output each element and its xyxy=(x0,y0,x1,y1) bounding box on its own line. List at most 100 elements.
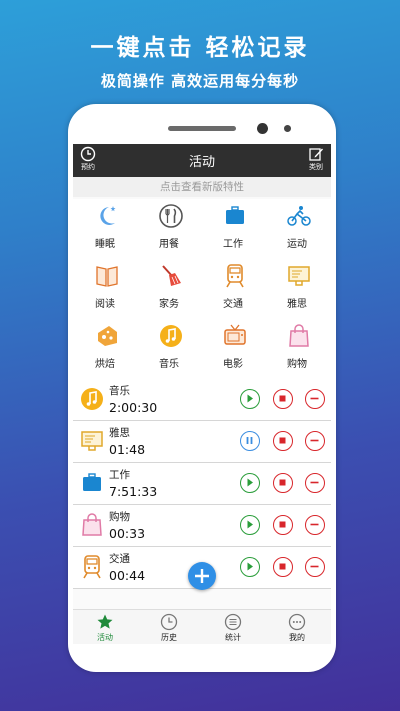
activity-name: 雅思 xyxy=(109,427,130,439)
promo-headline: 一键点击 轻松记录 xyxy=(90,35,310,61)
activity-time: 01:48 xyxy=(109,442,146,457)
category-label: 家务 xyxy=(159,299,179,310)
add-activity-button[interactable] xyxy=(188,562,216,590)
tab-label: 统计 xyxy=(225,633,241,642)
activity-row[interactable]: 音乐 2:00:30 xyxy=(73,379,331,421)
activity-row[interactable]: 购物 00:33 xyxy=(73,505,331,547)
activity-time: 2:00:30 xyxy=(109,400,158,415)
activity-time: 00:33 xyxy=(109,526,146,541)
tab-label: 我的 xyxy=(289,633,305,642)
stop-button[interactable] xyxy=(273,431,293,451)
play-button[interactable] xyxy=(240,389,260,409)
stop-icon xyxy=(279,479,286,486)
category-baking[interactable]: 烘焙 xyxy=(73,319,137,375)
tab-activity[interactable]: 活动 xyxy=(73,613,137,644)
activity-row[interactable]: 工作 7:51:33 xyxy=(73,463,331,505)
remove-button[interactable] xyxy=(305,431,325,451)
play-icon xyxy=(247,394,253,403)
category-music[interactable]: 音乐 xyxy=(137,319,201,375)
category-movie[interactable]: 电影 xyxy=(201,319,265,375)
remove-button[interactable] xyxy=(305,389,325,409)
activity-time: 00:44 xyxy=(109,568,146,583)
shopping-bag-icon xyxy=(82,513,102,536)
tab-label: 历史 xyxy=(161,633,177,642)
briefcase-icon xyxy=(226,206,244,224)
category-label: 阅读 xyxy=(95,299,115,310)
list-icon xyxy=(224,613,242,631)
category-shopping[interactable]: 购物 xyxy=(265,319,329,375)
category-label: 购物 xyxy=(287,359,307,370)
tab-statistics[interactable]: 统计 xyxy=(201,613,265,644)
music-note-icon xyxy=(81,388,103,410)
category-label: 用餐 xyxy=(159,239,179,250)
category-label: 运动 xyxy=(287,239,307,250)
phone-camera xyxy=(257,123,268,134)
monitor-icon xyxy=(288,266,310,286)
remove-button[interactable] xyxy=(305,515,325,535)
category-label: 类别 xyxy=(309,163,323,171)
monitor-icon xyxy=(81,431,103,451)
play-icon xyxy=(247,478,253,487)
category-reading[interactable]: 阅读 xyxy=(73,259,137,315)
stop-icon xyxy=(279,521,286,528)
clock-icon xyxy=(160,613,178,631)
minus-icon xyxy=(310,439,319,442)
category-label: 烘焙 xyxy=(95,359,115,370)
shopping-bag-icon xyxy=(289,324,309,347)
stop-button[interactable] xyxy=(273,473,293,493)
category-grid: 睡眠 用餐 工作 运动 阅读 家务 交通 雅思 烘焙 音乐 电影 购物 xyxy=(73,199,331,379)
stop-button[interactable] xyxy=(273,389,293,409)
category-button[interactable]: 类别 xyxy=(301,146,331,176)
tv-icon xyxy=(224,324,246,345)
category-label: 电影 xyxy=(223,359,243,370)
activity-name: 购物 xyxy=(109,511,130,523)
pause-button[interactable] xyxy=(240,431,260,451)
book-icon xyxy=(96,266,118,287)
train-icon xyxy=(83,555,101,579)
stop-button[interactable] xyxy=(273,557,293,577)
stop-button[interactable] xyxy=(273,515,293,535)
bottom-tab-bar: 活动 历史 统计 我的 xyxy=(73,609,331,644)
category-ielts[interactable]: 雅思 xyxy=(265,259,329,315)
category-sleep[interactable]: 睡眠 xyxy=(73,199,137,255)
category-transport[interactable]: 交通 xyxy=(201,259,265,315)
play-icon xyxy=(247,520,253,529)
category-meal[interactable]: 用餐 xyxy=(137,199,201,255)
briefcase-icon xyxy=(83,473,101,491)
category-housework[interactable]: 家务 xyxy=(137,259,201,315)
play-button[interactable] xyxy=(240,473,260,493)
category-label: 睡眠 xyxy=(95,239,115,250)
remove-button[interactable] xyxy=(305,557,325,577)
plus-icon xyxy=(195,569,209,583)
tab-mine[interactable]: 我的 xyxy=(265,613,329,644)
category-sport[interactable]: 运动 xyxy=(265,199,329,255)
phone-sensor xyxy=(284,125,291,132)
activity-name: 交通 xyxy=(109,553,130,565)
category-work[interactable]: 工作 xyxy=(201,199,265,255)
activity-time: 7:51:33 xyxy=(109,484,158,499)
app-screen: 预约 活动 类别 点击查看新版特性 睡眠 用餐 工作 运动 阅读 家务 交通 雅… xyxy=(73,144,331,644)
stop-icon xyxy=(279,437,286,444)
cyclist-icon xyxy=(287,206,311,226)
remove-button[interactable] xyxy=(305,473,325,493)
minus-icon xyxy=(310,397,319,400)
promo-subline: 极简操作 高效运用每分每秒 xyxy=(100,72,300,90)
tab-history[interactable]: 历史 xyxy=(137,613,201,644)
minus-icon xyxy=(310,481,319,484)
tab-label: 活动 xyxy=(97,633,113,642)
category-label: 工作 xyxy=(223,239,243,250)
activity-row[interactable]: 雅思 01:48 xyxy=(73,421,331,463)
pause-icon xyxy=(246,437,253,444)
phone-frame: 预约 活动 类别 点击查看新版特性 睡眠 用餐 工作 运动 阅读 家务 交通 雅… xyxy=(68,104,336,672)
minus-icon xyxy=(310,565,319,568)
music-note-icon xyxy=(160,325,182,347)
category-label: 雅思 xyxy=(287,299,307,310)
fork-knife-icon xyxy=(159,204,183,228)
broom-icon xyxy=(162,265,181,286)
play-button[interactable] xyxy=(240,557,260,577)
edit-icon xyxy=(309,148,323,161)
play-button[interactable] xyxy=(240,515,260,535)
activity-name: 音乐 xyxy=(109,385,130,397)
new-features-link[interactable]: 点击查看新版特性 xyxy=(73,177,331,197)
moon-stars-icon xyxy=(100,206,116,225)
